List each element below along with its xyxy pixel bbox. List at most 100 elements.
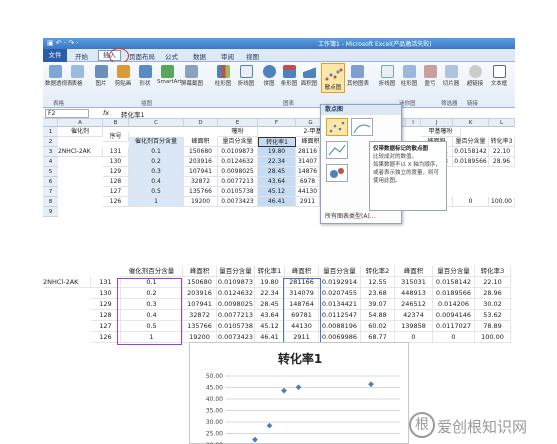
table-cell[interactable]: 0.4 bbox=[129, 177, 184, 187]
table-cell[interactable]: 135766 bbox=[184, 187, 218, 197]
table-cell[interactable]: 0.0094146 bbox=[433, 310, 475, 321]
table-cell[interactable]: 0.0192914 bbox=[319, 277, 361, 288]
tab-view[interactable]: 视图 bbox=[246, 51, 259, 61]
sparkline-column-button[interactable]: 柱形图 bbox=[399, 65, 419, 87]
table-cell[interactable]: 107941 bbox=[183, 299, 217, 310]
table-cell[interactable]: 0.2 bbox=[129, 157, 184, 167]
table-cell[interactable]: 0.5 bbox=[129, 187, 184, 197]
table-cell[interactable]: 0.0109873 bbox=[218, 147, 258, 157]
table-cell[interactable]: 139858 bbox=[395, 321, 433, 332]
col-header[interactable]: 量百分含量 bbox=[319, 266, 361, 277]
table-cell[interactable]: 100.00 bbox=[475, 332, 511, 343]
table-cell[interactable]: 28.96 bbox=[489, 157, 515, 167]
row-header[interactable]: 7 bbox=[43, 187, 58, 197]
table-cell[interactable]: 54.88 bbox=[361, 310, 395, 321]
pie-chart-button[interactable]: 饼图 bbox=[259, 65, 279, 87]
area-chart-button[interactable]: 面积图 bbox=[299, 65, 319, 87]
sparkline-line-button[interactable]: 折线图 bbox=[377, 65, 397, 87]
table-cell[interactable]: 43.64 bbox=[255, 310, 285, 321]
col-header-j[interactable]: J bbox=[421, 119, 453, 127]
group3-title[interactable]: 甲基噻吩 bbox=[421, 127, 461, 137]
table-cell[interactable]: 203916 bbox=[183, 288, 217, 299]
table-cell[interactable]: 0.0207455 bbox=[319, 288, 361, 299]
table-cell[interactable]: 0.0105738 bbox=[218, 187, 258, 197]
table-cell[interactable]: 60.02 bbox=[361, 321, 395, 332]
table-cell[interactable]: 32872 bbox=[184, 177, 218, 187]
scatter-point[interactable] bbox=[281, 387, 287, 394]
scatter-point[interactable] bbox=[368, 381, 374, 388]
col-header-a[interactable]: A bbox=[58, 119, 103, 127]
row-header[interactable]: 4 bbox=[43, 157, 58, 167]
col-header[interactable]: 催化剂百分含量 bbox=[121, 266, 183, 277]
table-cell[interactable]: 0.0109873 bbox=[217, 277, 255, 288]
table-cell[interactable]: 1 bbox=[129, 197, 184, 207]
table-cell[interactable]: 203916 bbox=[184, 157, 218, 167]
col-header-k[interactable]: K bbox=[453, 119, 489, 127]
table-cell[interactable]: 39.07 bbox=[361, 299, 395, 310]
table-cell[interactable]: 0 bbox=[433, 332, 475, 343]
col-header[interactable]: 转化率3 bbox=[475, 266, 511, 277]
all-chart-types-link[interactable]: 所有图表类型(A)... bbox=[325, 211, 376, 220]
col-header[interactable]: 转化率2 bbox=[361, 266, 395, 277]
scatter-chart-button[interactable]: 散点图 bbox=[321, 63, 345, 93]
table-cell[interactable]: 0.0117027 bbox=[433, 321, 475, 332]
table-cell[interactable]: 0.0098025 bbox=[217, 299, 255, 310]
table-cell[interactable]: 107941 bbox=[184, 167, 218, 177]
catalyst-value[interactable]: 2NHCl-2AK bbox=[58, 147, 103, 157]
table-cell[interactable]: 28.45 bbox=[255, 299, 285, 310]
col-header[interactable]: 转化率1 bbox=[255, 266, 285, 277]
formula-input[interactable]: 转化率1 bbox=[121, 109, 145, 119]
table-cell[interactable]: 0.0077213 bbox=[217, 310, 255, 321]
col-header[interactable]: 峰面积 bbox=[395, 266, 433, 277]
row-header[interactable]: 1 bbox=[43, 127, 58, 137]
table-cell[interactable]: 28.45 bbox=[258, 167, 296, 177]
table-cell[interactable]: 19.80 bbox=[258, 147, 296, 157]
scatter-point[interactable] bbox=[295, 384, 302, 391]
table-cell[interactable]: 53.62 bbox=[475, 310, 511, 321]
row-header[interactable]: 6 bbox=[43, 177, 58, 187]
table-cell[interactable]: 43.64 bbox=[258, 177, 296, 187]
col-header-c[interactable]: C bbox=[129, 119, 184, 127]
table-cell[interactable]: 0.1 bbox=[129, 147, 184, 157]
table-cell[interactable]: 0.0158142 bbox=[433, 277, 475, 288]
table-cell[interactable]: 0.0105738 bbox=[217, 321, 255, 332]
table-cell[interactable]: 0.0112547 bbox=[319, 310, 361, 321]
table-cell[interactable]: 100.00 bbox=[489, 197, 515, 207]
tab-review[interactable]: 审阅 bbox=[221, 51, 234, 61]
row-header[interactable]: 8 bbox=[43, 197, 58, 207]
col-header-l[interactable]: L bbox=[489, 119, 515, 127]
bubble-chart-option[interactable] bbox=[326, 164, 348, 182]
tab-page-layout[interactable]: 页面布局 bbox=[129, 51, 155, 61]
scatter-smooth-lines-option[interactable] bbox=[351, 118, 373, 136]
smartart-button[interactable]: SmartArt bbox=[157, 65, 182, 85]
table-cell[interactable]: 0.0189566 bbox=[453, 157, 489, 167]
table-cell[interactable]: 22.10 bbox=[489, 147, 515, 157]
table-cell[interactable]: 135766 bbox=[183, 321, 217, 332]
row-header[interactable]: 3 bbox=[43, 147, 58, 157]
col-header-e[interactable]: E bbox=[218, 119, 258, 127]
table-cell[interactable]: 0.0124632 bbox=[217, 288, 255, 299]
table-cell[interactable]: 0.0189566 bbox=[433, 288, 475, 299]
scatter-markers-only-option[interactable] bbox=[326, 118, 348, 136]
table-cell[interactable]: 46.41 bbox=[258, 197, 296, 207]
table-cell[interactable]: 30.02 bbox=[475, 299, 511, 310]
col-header-d[interactable]: D bbox=[184, 119, 218, 127]
area-header[interactable]: 峰面积 bbox=[184, 137, 218, 147]
row-header[interactable]: 2 bbox=[43, 137, 58, 147]
table-cell[interactable]: 0.0088196 bbox=[319, 321, 361, 332]
table-cell[interactable]: 0.0134421 bbox=[319, 299, 361, 310]
col-header-i[interactable]: I bbox=[406, 119, 421, 127]
table-cell[interactable]: 127 bbox=[103, 187, 129, 197]
table-cell[interactable]: 0.0077213 bbox=[218, 177, 258, 187]
table-cell[interactable]: 45.12 bbox=[255, 321, 285, 332]
pct-header[interactable]: 催化剂百分含量 bbox=[129, 137, 184, 147]
table-cell[interactable]: 315031 bbox=[395, 277, 433, 288]
col-header-b[interactable]: B bbox=[103, 119, 129, 127]
table-cell[interactable]: 150680 bbox=[184, 147, 218, 157]
catalyst-header[interactable]: 催化剂 bbox=[58, 127, 103, 137]
group1-title[interactable]: 噻吩 bbox=[218, 127, 258, 137]
table-cell[interactable]: 0.0073423 bbox=[218, 197, 258, 207]
mass-header-3[interactable]: 量百分含量 bbox=[453, 137, 489, 147]
table-cell[interactable]: 0.0124632 bbox=[218, 157, 258, 167]
table-cell[interactable]: 78.89 bbox=[475, 321, 511, 332]
